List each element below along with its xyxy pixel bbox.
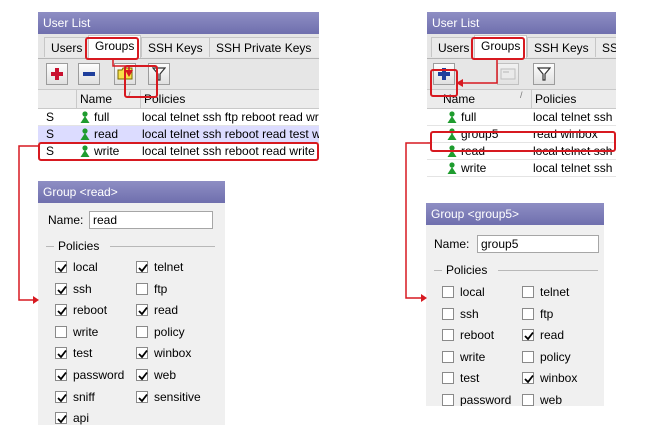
- arrowhead: [456, 79, 463, 87]
- connector-arrows: [18, 60, 498, 304]
- arrowhead: [421, 294, 427, 302]
- arrow-left-tab-to-add: [112, 60, 130, 71]
- arrow-right-tab-to-add: [462, 60, 498, 84]
- arrow-left-row-to-dialog: [18, 145, 38, 301]
- arrowhead: [33, 296, 39, 304]
- arrowhead: [125, 70, 133, 77]
- arrow-right-row-to-dialog: [405, 142, 430, 299]
